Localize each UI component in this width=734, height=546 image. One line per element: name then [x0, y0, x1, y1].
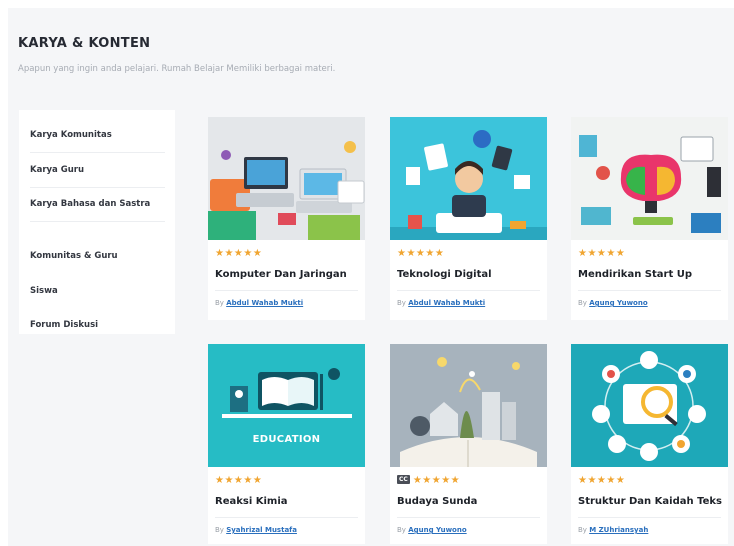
course-title[interactable]: Komputer Dan Jaringan	[215, 269, 347, 280]
card-divider	[397, 290, 540, 291]
author-link[interactable]: Agung Yuwono	[589, 299, 647, 307]
rating-stars: ★★★★★	[578, 475, 626, 486]
course-title[interactable]: Teknologi Digital	[397, 269, 492, 280]
course-card[interactable]: ★★★★★ Teknologi Digital By Abdul Wahab M…	[390, 117, 547, 320]
rating-stars: ★★★★★	[215, 248, 263, 259]
page-title: KARYA & KONTEN	[18, 36, 151, 51]
course-author: By Agung Yuwono	[397, 526, 467, 534]
author-link[interactable]: Syahrizal Mustafa	[226, 526, 297, 534]
course-title[interactable]: Budaya Sunda	[397, 496, 477, 507]
course-thumbnail[interactable]	[571, 344, 728, 467]
sidebar: Karya Komunitas Karya Guru Karya Bahasa …	[19, 110, 175, 334]
course-card[interactable]: ★★★★★ Komputer Dan Jaringan By Abdul Wah…	[208, 117, 365, 320]
page-subtitle: Apapun yang ingin anda pelajari. Rumah B…	[18, 64, 336, 74]
thumbnail-caption: EDUCATION	[252, 434, 321, 445]
sidebar-item-siswa[interactable]: Siswa	[30, 286, 165, 296]
course-thumbnail[interactable]	[208, 117, 365, 240]
course-card[interactable]: EDUCATION ★★★★★ Reaksi Kimia By Syahriza…	[208, 344, 365, 544]
sidebar-divider	[30, 152, 165, 153]
cc-badge: CC	[397, 475, 410, 484]
author-link[interactable]: Abdul Wahab Mukti	[408, 299, 485, 307]
course-title[interactable]: Reaksi Kimia	[215, 496, 288, 507]
course-author: By M ZUhriansyah	[578, 526, 649, 534]
rating-stars: ★★★★★	[397, 248, 445, 259]
card-divider	[578, 517, 721, 518]
rating-stars: CC ★★★★★	[397, 475, 461, 486]
course-thumbnail[interactable]	[390, 117, 547, 240]
sidebar-divider	[30, 221, 165, 222]
sidebar-item-karya-guru[interactable]: Karya Guru	[30, 165, 165, 175]
sidebar-item-karya-bahasa-sastra[interactable]: Karya Bahasa dan Sastra	[30, 199, 165, 209]
card-divider	[215, 517, 358, 518]
course-title[interactable]: Struktur Dan Kaidah Teks	[578, 496, 722, 507]
course-author: By Abdul Wahab Mukti	[397, 299, 486, 307]
author-link[interactable]: Agung Yuwono	[408, 526, 466, 534]
card-divider	[578, 290, 721, 291]
sidebar-item-karya-komunitas[interactable]: Karya Komunitas	[30, 130, 165, 140]
rating-stars: ★★★★★	[578, 248, 626, 259]
course-author: By Abdul Wahab Mukti	[215, 299, 304, 307]
card-divider	[215, 290, 358, 291]
author-link[interactable]: M ZUhriansyah	[589, 526, 648, 534]
course-card[interactable]: ★★★★★ Mendirikan Start Up By Agung Yuwon…	[571, 117, 728, 320]
sidebar-divider	[30, 187, 165, 188]
course-author: By Syahrizal Mustafa	[215, 526, 297, 534]
author-link[interactable]: Abdul Wahab Mukti	[226, 299, 303, 307]
course-thumbnail[interactable]	[571, 117, 728, 240]
sidebar-item-komunitas-guru[interactable]: Komunitas & Guru	[30, 251, 165, 261]
card-divider	[397, 517, 540, 518]
sidebar-item-forum-diskusi[interactable]: Forum Diskusi	[30, 320, 165, 330]
course-card[interactable]: ★★★★★ Struktur Dan Kaidah Teks By M ZUhr…	[571, 344, 728, 544]
course-thumbnail[interactable]	[390, 344, 547, 467]
course-title[interactable]: Mendirikan Start Up	[578, 269, 692, 280]
course-card[interactable]: CC ★★★★★ Budaya Sunda By Agung Yuwono	[390, 344, 547, 544]
course-author: By Agung Yuwono	[578, 299, 648, 307]
rating-stars: ★★★★★	[215, 475, 263, 486]
course-thumbnail[interactable]: EDUCATION	[208, 344, 365, 467]
